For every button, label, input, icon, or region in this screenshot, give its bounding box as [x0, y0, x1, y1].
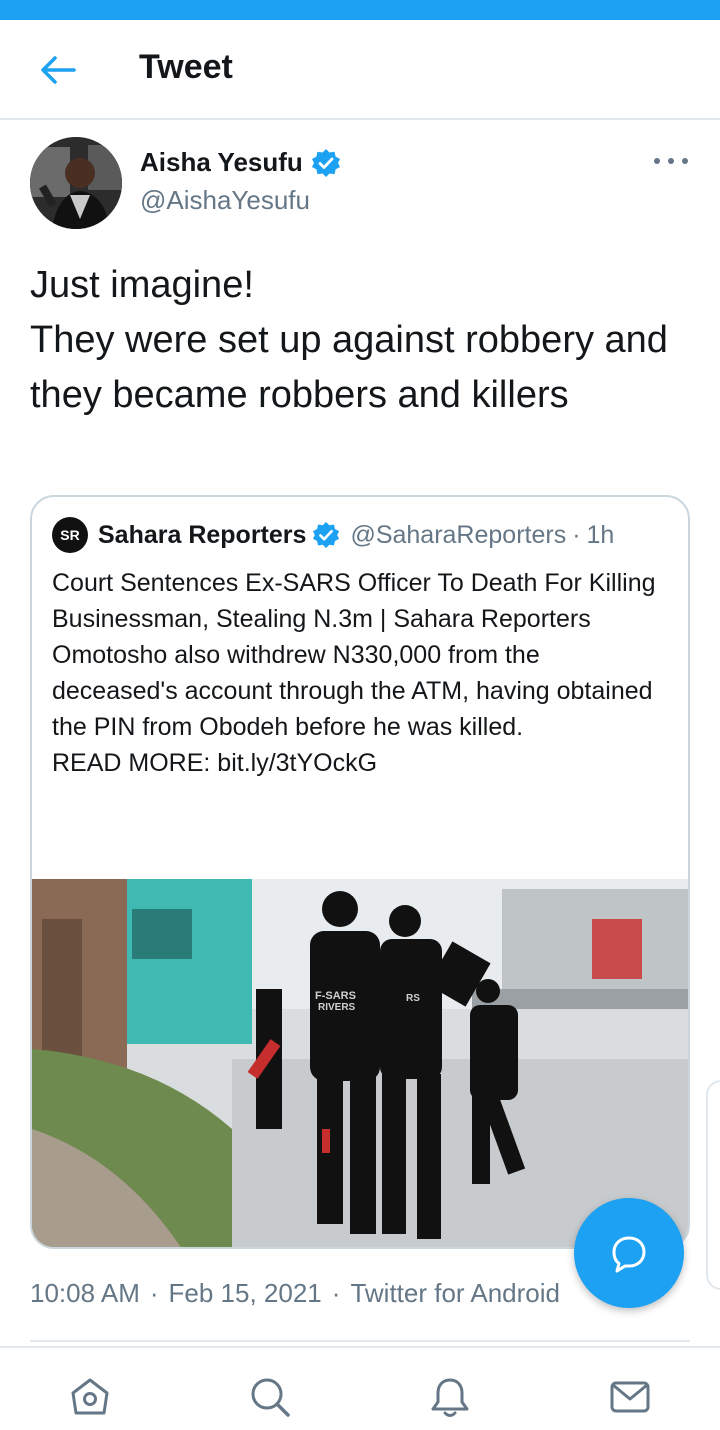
separator-dot: ·	[149, 1278, 159, 1308]
separator-dot: ·	[572, 520, 581, 549]
dot-icon	[682, 158, 688, 164]
author-name-text: Aisha Yesufu	[140, 147, 303, 177]
reply-bubble-icon	[612, 1236, 646, 1273]
quoted-tweet-card[interactable]: SR Sahara Reporters @SaharaReporters · 1…	[30, 495, 690, 1249]
tweet-meta: 10:08 AM · Feb 15, 2021 · Twitter for An…	[30, 1278, 560, 1309]
divider	[30, 1340, 690, 1342]
edge-panel-handle[interactable]	[706, 1080, 720, 1290]
top-app-bar: Tweet	[0, 20, 720, 120]
nav-home[interactable]	[67, 1374, 113, 1420]
vest-text-rs: RS	[406, 993, 420, 1004]
nav-notifications[interactable]	[427, 1374, 473, 1420]
more-options-button[interactable]	[654, 151, 688, 171]
search-icon	[251, 1378, 290, 1417]
quoted-timestamp: 1h	[586, 520, 615, 549]
reply-fab[interactable]	[574, 1198, 684, 1308]
vest-text-rivers: RIVERS	[318, 1002, 356, 1013]
tweet-date: Feb 15, 2021	[168, 1278, 322, 1308]
quoted-tweet-photo[interactable]: F-SARS RIVERS RS	[32, 879, 688, 1247]
dot-icon	[668, 158, 674, 164]
page-title: Tweet	[139, 48, 233, 86]
quoted-author-name: Sahara Reporters	[98, 520, 307, 549]
tweet-time: 10:08 AM	[30, 1278, 140, 1308]
author-name[interactable]: Aisha Yesufu	[140, 147, 341, 178]
bottom-navigation	[0, 1346, 720, 1430]
tweet-author-row: Aisha Yesufu @AishaYesufu	[30, 137, 690, 231]
avatar[interactable]	[30, 137, 122, 229]
sahara-reporters-logo: SR	[52, 517, 88, 553]
quoted-tweet-header: SR Sahara Reporters @SaharaReporters · 1…	[52, 517, 614, 553]
nav-search[interactable]	[247, 1374, 293, 1420]
back-button[interactable]	[36, 50, 80, 90]
mail-icon	[610, 1381, 650, 1413]
quoted-author-handle: @SaharaReporters	[350, 520, 567, 549]
separator-dot: ·	[331, 1278, 341, 1308]
verified-badge-icon	[313, 521, 340, 549]
arrow-left-icon	[41, 56, 76, 84]
tweet-source[interactable]: Twitter for Android	[350, 1278, 560, 1309]
vest-text-fsars: F-SARS	[315, 990, 356, 1002]
tweet-text: Just imagine! They were set up against r…	[30, 264, 668, 416]
bell-icon	[431, 1378, 469, 1417]
nav-messages[interactable]	[607, 1374, 653, 1420]
verified-badge-icon	[311, 148, 340, 177]
dot-icon	[654, 158, 660, 164]
status-bar-strip	[0, 0, 720, 20]
quoted-tweet-text: Court Sentences Ex-SARS Officer To Death…	[52, 569, 656, 777]
author-handle[interactable]: @AishaYesufu	[140, 185, 310, 216]
home-icon	[71, 1378, 109, 1415]
